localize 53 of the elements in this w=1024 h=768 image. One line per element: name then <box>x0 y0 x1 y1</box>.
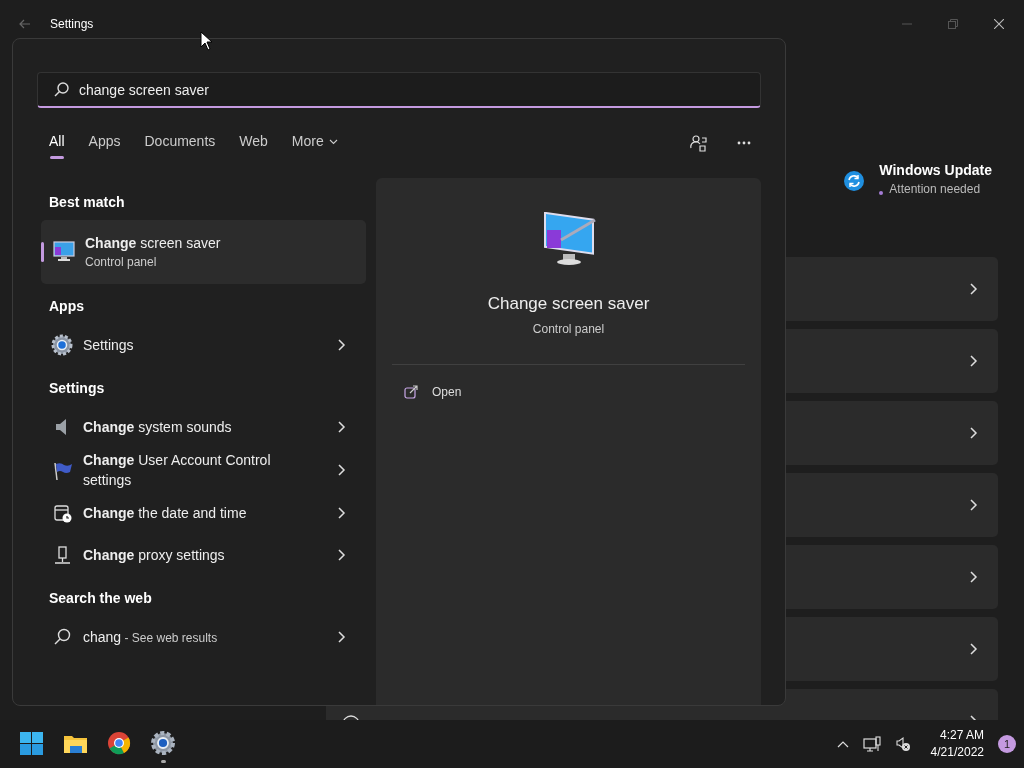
status-dot <box>879 191 884 195</box>
caret-icon <box>328 139 338 145</box>
search-icon <box>54 82 69 97</box>
result-item[interactable]: Change the date and time <box>41 492 366 534</box>
result-item[interactable]: Change proxy settings <box>41 534 366 576</box>
result-title: Settings <box>83 337 134 353</box>
gear-icon <box>51 334 73 356</box>
result-subtitle: Control panel <box>85 255 158 269</box>
result-title: Change system sounds <box>83 419 232 435</box>
result-item[interactable]: Settings <box>41 324 366 366</box>
back-arrow-icon[interactable] <box>18 18 32 30</box>
filter-tab[interactable]: Web <box>227 127 280 159</box>
mouse-cursor <box>200 31 214 51</box>
gear-icon <box>150 729 177 757</box>
filter-tab[interactable]: Documents <box>132 127 228 159</box>
result-title: Change the date and time <box>83 505 247 521</box>
section-heading: Best match <box>48 193 126 212</box>
close-icon[interactable] <box>994 19 1004 29</box>
result-title: chang <box>83 628 122 645</box>
section-heading: Search the web <box>48 589 153 608</box>
notification-badge[interactable]: 1 <box>998 735 1016 753</box>
browser-icon <box>106 729 133 757</box>
result-item[interactable]: Change screen saver Control panel <box>41 220 366 284</box>
account-switch-icon[interactable] <box>690 134 707 152</box>
sync-icon <box>843 170 866 192</box>
open-external-icon <box>404 385 418 399</box>
update-title: Windows Update <box>879 162 992 178</box>
result-title: Change screen saver <box>85 235 221 251</box>
monitor-icon <box>51 240 75 264</box>
result-note: - See web results <box>123 630 218 645</box>
more-dropdown[interactable]: More <box>279 127 350 159</box>
search-field[interactable]: change screen saver <box>37 72 761 108</box>
section-heading: Apps <box>48 297 85 316</box>
calendar-clock-icon <box>51 502 73 524</box>
result-item[interactable]: Change User Account Control settings <box>41 448 366 492</box>
result-title: Change User Account Control settings <box>83 452 271 488</box>
filter-tab[interactable]: Apps <box>76 127 133 159</box>
clock[interactable]: 4:27 AM 4/21/2022 <box>930 727 984 761</box>
chevron-up-icon[interactable] <box>836 740 849 748</box>
result-item[interactable]: chang - See web results <box>41 616 366 658</box>
update-status: Attention needed <box>889 182 981 196</box>
network-icon[interactable] <box>862 736 881 752</box>
preview-title: Change screen saver <box>487 294 650 314</box>
volume-muted-icon[interactable] <box>894 736 911 752</box>
filter-tab[interactable]: All <box>37 127 77 159</box>
preview-subtitle: Control panel <box>532 322 605 336</box>
result-title: Change proxy settings <box>83 547 225 563</box>
more-options-icon[interactable] <box>737 141 751 145</box>
section-heading: Settings <box>48 379 106 398</box>
open-action[interactable]: Open <box>392 365 745 419</box>
windows-logo-icon <box>18 729 45 757</box>
result-item[interactable]: Change system sounds <box>41 406 366 448</box>
window-title: Settings <box>50 17 94 31</box>
